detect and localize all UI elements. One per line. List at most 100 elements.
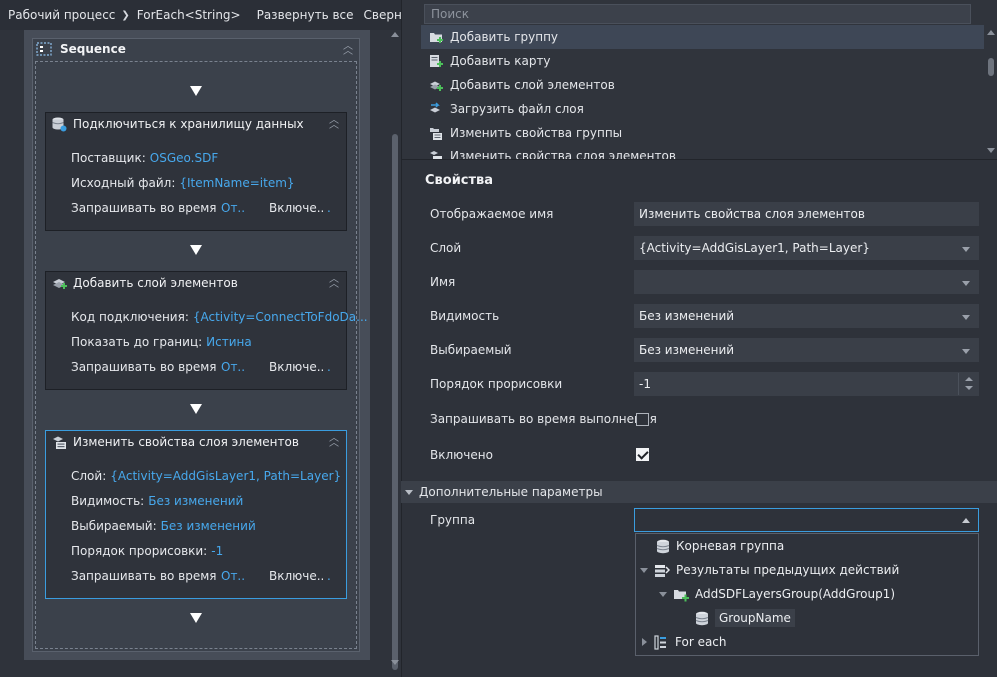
row-value[interactable]: OSGeo.SDF <box>150 151 218 165</box>
dropdown-item-label: For each <box>675 635 727 649</box>
chevron-right-icon: ❯ <box>121 9 130 21</box>
toolbox-item[interactable]: Загрузить файл слоя <box>421 97 984 121</box>
chevron-up-icon[interactable] <box>962 518 970 523</box>
designer-scrollbar[interactable] <box>391 30 399 670</box>
expand-all-link[interactable]: Развернуть все <box>257 8 354 22</box>
tree-expanded-icon[interactable] <box>659 591 667 597</box>
row-label: Включе... <box>269 201 323 215</box>
toolbox-scrollbar[interactable] <box>985 0 997 159</box>
toolbox-item[interactable]: Изменить свойства слоя элементов <box>421 145 984 159</box>
toolbox-item[interactable]: Добавить слой элементов <box>421 73 984 97</box>
add-group-icon <box>430 33 443 43</box>
collapse-icon[interactable]: ︿ ︿ <box>328 434 340 449</box>
row-value[interactable]: . <box>327 569 331 583</box>
row-value[interactable]: От... <box>221 360 245 374</box>
row-value[interactable]: . <box>327 360 331 374</box>
scroll-up-icon[interactable] <box>987 30 995 35</box>
prompt-runtime-checkbox[interactable] <box>636 413 649 426</box>
row-label: Включе... <box>269 569 323 583</box>
properties-title: Свойства <box>425 173 494 188</box>
collapse-icon[interactable]: ︿ ︿ <box>328 275 340 290</box>
sequence-collapse-icon[interactable]: ︿ ︿ <box>342 42 354 57</box>
layer-select[interactable]: {Activity=AddGisLayer1, Path=Layer} <box>634 236 979 260</box>
dropdown-item-add-sdf-group[interactable]: AddSDFLayersGroup(AddGroup1) <box>659 583 895 605</box>
dropdown-item-previous-results[interactable]: Результаты предыдущих действий <box>640 559 899 581</box>
stepper-buttons[interactable] <box>958 373 978 395</box>
group-select[interactable] <box>634 508 979 532</box>
row-label: Выбираемый: <box>71 519 157 533</box>
row-value[interactable]: От... <box>221 569 245 583</box>
dropdown-item-label: AddSDFLayersGroup(AddGroup1) <box>695 587 895 601</box>
row-value[interactable]: . <box>327 201 331 215</box>
dropdown-item-root-group[interactable]: Корневая группа <box>656 535 784 557</box>
breadcrumb: Рабочий процесс ❯ ForEach<String> Развер… <box>0 0 448 30</box>
scroll-down-icon[interactable] <box>987 148 995 153</box>
search-input[interactable]: Поиск <box>424 4 971 24</box>
enabled-checkbox[interactable] <box>636 448 649 461</box>
name-select[interactable] <box>634 270 979 294</box>
activity-row: Исходный файл: {ItemName=item} <box>71 175 336 191</box>
activity-row: Порядок прорисовки: -1 <box>71 543 336 559</box>
chevron-down-icon[interactable] <box>962 315 970 320</box>
scrollbar-thumb[interactable] <box>988 58 994 76</box>
activity-header: Подключиться к хранилищу данных ︿ ︿ <box>46 113 346 135</box>
row-label: Запрашивать во время в... <box>71 569 217 583</box>
scrollbar-thumb[interactable] <box>392 134 398 670</box>
row-value[interactable]: {Activity=AddGisLayer1, Path=Layer} <box>110 469 341 483</box>
prompt-runtime-label: Запрашивать во время выполнения <box>430 412 657 426</box>
datastore-icon <box>52 117 67 132</box>
tree-collapsed-icon[interactable] <box>642 638 647 646</box>
row-label: Включе... <box>269 360 323 374</box>
chevron-down-icon[interactable] <box>962 281 970 286</box>
row-value[interactable]: Истина <box>206 335 252 349</box>
tree-expanded-icon[interactable] <box>640 567 648 573</box>
selectable-label: Выбираемый <box>430 343 512 357</box>
toolbox-item-label: Добавить карту <box>450 54 551 68</box>
visibility-value: Без изменений <box>639 309 735 323</box>
row-label: Запрашивать во время в... <box>71 360 217 374</box>
group-properties-icon <box>430 128 442 140</box>
display-name-field[interactable]: Изменить свойства слоя элементов <box>634 202 979 226</box>
row-value[interactable]: -1 <box>211 544 223 558</box>
row-value[interactable]: {Activity=ConnectToFdoDa... <box>193 310 368 324</box>
collapse-icon[interactable]: ︿ ︿ <box>328 116 340 131</box>
row-value[interactable]: От... <box>221 201 245 215</box>
dropdown-item-for-each[interactable]: For each <box>642 631 727 653</box>
row-value[interactable]: {ItemName=item} <box>179 176 294 190</box>
selectable-select[interactable]: Без изменений <box>634 338 979 362</box>
scroll-up-icon[interactable] <box>391 32 399 37</box>
activity-row: Показать до границ: Истина <box>71 334 336 350</box>
draw-order-stepper[interactable]: -1 <box>634 372 979 396</box>
activity-connect-datastore[interactable]: Подключиться к хранилищу данных ︿ ︿ Поста… <box>45 112 347 231</box>
layer-properties-icon <box>430 151 442 159</box>
name-label: Имя <box>430 275 456 289</box>
breadcrumb-current[interactable]: ForEach<String> <box>137 8 241 22</box>
toolbox-item[interactable]: Добавить карту <box>421 49 984 73</box>
advanced-label: Дополнительные параметры <box>419 485 603 499</box>
row-label: Исходный файл: <box>71 176 176 190</box>
toolbox-item[interactable]: Изменить свойства группы <box>421 121 984 145</box>
flow-arrow-icon <box>190 613 202 623</box>
row-value[interactable]: Без изменений <box>148 494 243 508</box>
expand-triangle-icon[interactable] <box>405 489 413 495</box>
layer-properties-icon <box>53 436 66 449</box>
row-label: Слой: <box>71 469 107 483</box>
visibility-select[interactable]: Без изменений <box>634 304 979 328</box>
chevron-down-icon[interactable] <box>962 349 970 354</box>
load-layer-file-icon <box>430 102 440 113</box>
breadcrumb-root[interactable]: Рабочий процесс <box>8 8 115 22</box>
chevron-down-icon[interactable] <box>962 247 970 252</box>
stepper-up-icon[interactable] <box>965 377 973 381</box>
advanced-section-header[interactable]: Дополнительные параметры <box>401 481 997 503</box>
flow-arrow-icon <box>190 245 202 255</box>
activity-add-layer[interactable]: Добавить слой элементов ︿ ︿ Код подключен… <box>45 271 368 390</box>
toolbox-item-label: Изменить свойства группы <box>450 126 623 140</box>
row-value[interactable]: Без изменений <box>161 519 256 533</box>
activity-layer-properties[interactable]: Изменить свойства слоя элементов ︿ ︿ Слой… <box>45 430 347 599</box>
scroll-down-icon[interactable] <box>391 660 399 665</box>
add-map-icon <box>430 55 443 67</box>
toolbox-item[interactable]: Добавить группу <box>421 25 984 49</box>
stepper-down-icon[interactable] <box>965 386 973 390</box>
activity-row: Видимость: Без изменений <box>71 493 336 509</box>
dropdown-item-group-name[interactable]: GroupName <box>695 607 795 629</box>
